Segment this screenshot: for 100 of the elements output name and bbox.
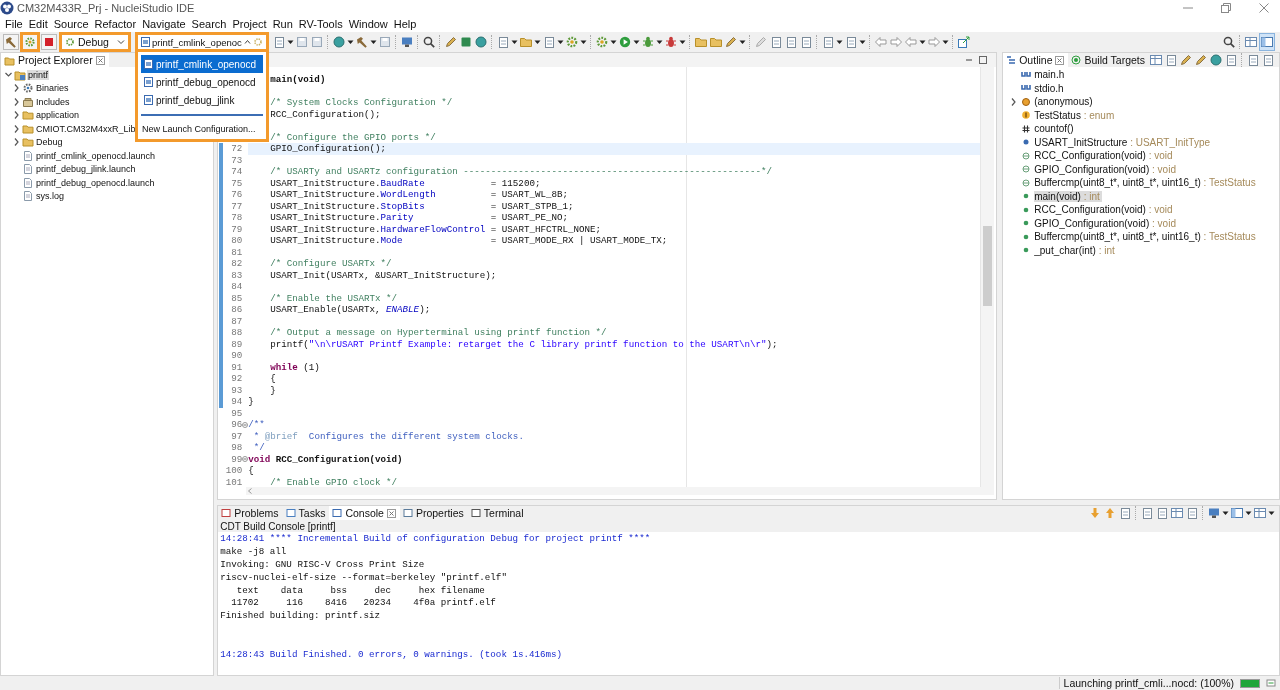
tree-item[interactable]: printf_debug_jlink.launch bbox=[35, 164, 137, 175]
view-tab[interactable]: Outline bbox=[1003, 53, 1069, 67]
table-button[interactable] bbox=[1253, 505, 1267, 521]
dropdown-option[interactable]: printf_debug_openocd bbox=[141, 73, 263, 91]
save-button[interactable] bbox=[310, 34, 324, 50]
progress-icon[interactable] bbox=[1266, 678, 1276, 688]
tree-item[interactable]: printf_cmlink_openocd.launch bbox=[35, 150, 157, 161]
outline-item[interactable]: stdio.h bbox=[1034, 82, 1066, 94]
menu-item[interactable]: Source bbox=[50, 18, 92, 30]
launch-dropdown[interactable]: printf_cmlink_openoc bbox=[135, 32, 269, 52]
menu-item[interactable]: RV-Tools bbox=[295, 18, 346, 30]
tree-item[interactable]: application bbox=[35, 110, 81, 121]
tree-item[interactable]: Includes bbox=[35, 96, 71, 107]
tree-item[interactable]: sys.log bbox=[35, 191, 65, 202]
view-tab[interactable]: Build Targets bbox=[1068, 53, 1149, 67]
outline-item[interactable]: Buffercmp(uint8_t*, uint8_t*, uint16_t) : TestStatus bbox=[1034, 177, 1258, 189]
dropdown-option[interactable]: printf_debug_jlink bbox=[141, 91, 263, 109]
view-tab[interactable]: Problems bbox=[218, 506, 283, 520]
outline-item[interactable]: GPIO_Configuration(void) : void bbox=[1034, 217, 1178, 229]
menu-item[interactable]: Project bbox=[229, 18, 270, 30]
close-icon[interactable] bbox=[386, 508, 396, 518]
outline-item[interactable]: _put_char(int) : int bbox=[1034, 244, 1117, 256]
dropdown-option[interactable]: printf_cmlink_openocd bbox=[141, 55, 263, 73]
outline-item[interactable]: USART_InitStructure : USART_InitType bbox=[1034, 136, 1213, 148]
document-button[interactable] bbox=[799, 34, 813, 50]
outline-item[interactable]: main.h bbox=[1034, 69, 1067, 81]
hammer-button[interactable] bbox=[355, 34, 369, 50]
pencil-button[interactable] bbox=[754, 34, 768, 50]
table-button[interactable] bbox=[1170, 505, 1184, 521]
outline-item[interactable]: GPIO_Configuration(void) : void bbox=[1034, 163, 1178, 175]
menu-item[interactable]: Edit bbox=[25, 18, 51, 30]
window-button[interactable] bbox=[1230, 505, 1244, 521]
export-button[interactable] bbox=[957, 34, 971, 50]
forward-arrow-button[interactable] bbox=[889, 34, 903, 50]
document-button[interactable] bbox=[1246, 53, 1260, 68]
outline-item[interactable]: TestStatus : enum bbox=[1034, 109, 1117, 121]
table-button[interactable] bbox=[1149, 53, 1163, 68]
chevron-icon[interactable] bbox=[12, 82, 21, 95]
window-button[interactable] bbox=[1259, 33, 1275, 51]
tree-item[interactable]: printf bbox=[27, 69, 49, 80]
pencil-button[interactable] bbox=[444, 34, 458, 50]
chevron-icon[interactable] bbox=[12, 95, 21, 108]
scrollbar[interactable] bbox=[246, 487, 995, 495]
outline-item[interactable]: RCC_Configuration(void) : void bbox=[1034, 204, 1175, 216]
view-tab[interactable]: Project Explorer bbox=[1, 53, 109, 67]
collapse-icon[interactable] bbox=[242, 421, 249, 428]
close-icon[interactable] bbox=[1258, 2, 1270, 14]
search-button[interactable] bbox=[422, 34, 436, 50]
maximize-icon[interactable] bbox=[978, 55, 989, 65]
hammer-button[interactable] bbox=[3, 34, 19, 50]
view-tab[interactable]: Properties bbox=[399, 506, 468, 520]
chevron-icon[interactable] bbox=[12, 136, 21, 149]
search-button[interactable] bbox=[1222, 34, 1236, 50]
collapse-icon[interactable] bbox=[242, 456, 249, 463]
pencil-button[interactable] bbox=[1194, 53, 1208, 68]
tree-item[interactable]: Debug bbox=[35, 137, 64, 148]
pencil-button[interactable] bbox=[1179, 53, 1193, 68]
tree-item[interactable]: Binaries bbox=[35, 83, 70, 94]
menu-item[interactable]: Run bbox=[269, 18, 296, 30]
new-launch-configuration-option[interactable]: New Launch Configuration... bbox=[141, 120, 263, 137]
stop-button[interactable] bbox=[41, 34, 57, 50]
circle-button[interactable] bbox=[332, 34, 346, 50]
pencil-button[interactable] bbox=[724, 34, 738, 50]
close-icon[interactable] bbox=[1055, 55, 1065, 65]
document-button[interactable] bbox=[1164, 53, 1178, 68]
scrollbar[interactable] bbox=[980, 67, 995, 487]
outline-item[interactable]: main(void) : int bbox=[1034, 190, 1102, 202]
document-button[interactable] bbox=[1185, 505, 1199, 521]
circle-button[interactable] bbox=[474, 34, 488, 50]
document-button[interactable] bbox=[769, 34, 783, 50]
table-button[interactable] bbox=[1244, 34, 1258, 50]
menu-item[interactable]: File bbox=[2, 18, 26, 30]
view-tab[interactable]: Terminal bbox=[467, 506, 528, 520]
build-button[interactable] bbox=[20, 32, 40, 52]
outline-item[interactable]: (anonymous) bbox=[1034, 96, 1095, 108]
circle-button[interactable] bbox=[1209, 53, 1223, 68]
restore-icon[interactable] bbox=[1220, 2, 1232, 14]
menu-item[interactable]: Search bbox=[188, 18, 230, 30]
chevron-icon[interactable] bbox=[12, 122, 21, 135]
view-tab[interactable]: Tasks bbox=[282, 506, 330, 520]
menu-item[interactable]: Refactor bbox=[91, 18, 140, 30]
chevron-icon[interactable] bbox=[12, 109, 21, 122]
document-button[interactable] bbox=[1155, 505, 1169, 521]
document-button[interactable] bbox=[1261, 53, 1275, 68]
view-tab[interactable]: Console bbox=[329, 506, 400, 520]
outline-item[interactable]: Buffercmp(uint8_t*, uint8_t*, uint16_t) : TestStatus bbox=[1034, 231, 1258, 243]
menu-item[interactable]: Help bbox=[390, 18, 420, 30]
menu-item[interactable]: Window bbox=[345, 18, 391, 30]
configuration-dropdown[interactable]: Debug bbox=[59, 32, 131, 52]
close-icon[interactable] bbox=[95, 55, 105, 65]
outline-item[interactable]: countof() bbox=[1034, 123, 1076, 135]
document-button[interactable] bbox=[1118, 505, 1132, 521]
back-arrow-button[interactable] bbox=[874, 34, 888, 50]
tree-item[interactable]: CMIOT.CM32M4xxR_Lib bbox=[35, 123, 137, 134]
tree-item[interactable]: printf_debug_openocd.launch bbox=[35, 177, 156, 188]
outline-item[interactable]: RCC_Configuration(void) : void bbox=[1034, 150, 1175, 162]
document-button[interactable] bbox=[784, 34, 798, 50]
document-button[interactable] bbox=[1140, 505, 1154, 521]
menu-item[interactable]: Navigate bbox=[139, 18, 189, 30]
bug-button[interactable] bbox=[664, 34, 678, 50]
